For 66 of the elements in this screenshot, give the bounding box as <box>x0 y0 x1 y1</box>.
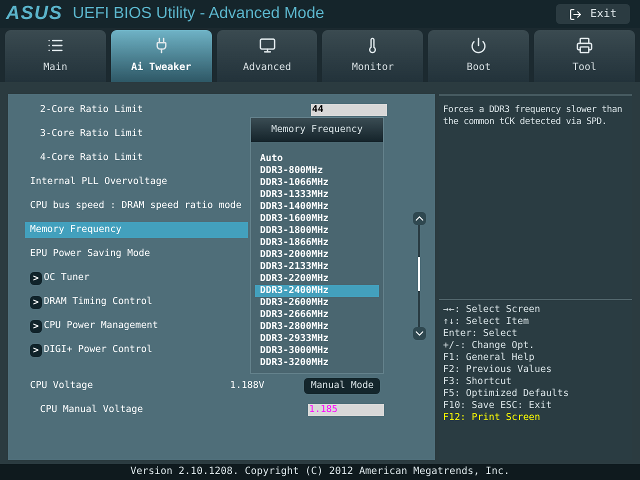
setting-label: CPU Voltage <box>30 378 94 393</box>
option-item[interactable]: DDR3-2133MHz <box>255 261 379 273</box>
option-item[interactable]: DDR3-2800MHz <box>255 321 379 333</box>
setting-row[interactable]: Internal PLL Overvoltage <box>25 174 248 190</box>
option-item[interactable]: DDR3-2200MHz <box>255 273 379 285</box>
logo: ASUS <box>6 2 63 26</box>
setting-row[interactable]: 3-Core Ratio Limit <box>25 126 248 142</box>
key-hint: F5: Optimized Defaults <box>443 388 570 400</box>
setting-row[interactable]: > CPU Power Management <box>25 318 248 334</box>
tab[interactable]: Main <box>5 30 106 82</box>
submenu-arrow: > <box>30 272 42 284</box>
option-item[interactable]: DDR3-2000MHz <box>255 249 379 261</box>
setting-row[interactable]: > OC Tuner <box>25 270 248 286</box>
key-hint: F2: Previous Values <box>443 364 553 376</box>
key-hint: +/-: Change Opt. <box>443 340 536 352</box>
submenu-arrow: > <box>30 296 42 308</box>
tab[interactable]: Tool <box>534 30 635 82</box>
tab[interactable]: Advanced <box>216 30 318 82</box>
option-item[interactable]: DDR3-2600MHz <box>255 297 379 309</box>
exit-button[interactable]: Exit <box>556 4 630 24</box>
key-hint: →←: Select Screen <box>443 304 542 316</box>
setting-row[interactable]: > DIGI+ Power Control <box>25 342 248 358</box>
popup-title: Memory Frequency <box>251 118 383 142</box>
option-item[interactable]: DDR3-1600MHz <box>255 213 379 225</box>
value-field[interactable]: 44 <box>311 104 387 116</box>
setting-row[interactable]: CPU bus speed : DRAM speed ratio mode <box>25 198 248 214</box>
list-icon <box>46 37 64 54</box>
option-item[interactable]: DDR3-2933MHz <box>255 333 379 345</box>
key-hint: F1: General Help <box>443 352 536 364</box>
setting-label: CPU Manual Voltage <box>40 402 144 417</box>
setting-row[interactable]: 4-Core Ratio Limit <box>25 150 248 166</box>
key-hint: F12: Print Screen <box>443 412 542 424</box>
tab[interactable]: Ai Tweaker <box>110 30 212 82</box>
scroll-down-icon[interactable] <box>412 327 426 340</box>
mode-button[interactable]: Manual Mode <box>304 378 380 394</box>
option-item[interactable]: DDR3-1066MHz <box>255 177 379 189</box>
help-text: Forces a DDR3 frequency slower than the common tCK detected via SPD. <box>442 104 624 128</box>
scrollbar[interactable] <box>412 212 426 340</box>
key-hint: F10: Save ESC: Exit <box>443 400 553 412</box>
printer-icon <box>576 37 594 54</box>
tab[interactable]: Boot <box>428 30 530 82</box>
key-hint: F3: Shortcut <box>443 376 513 388</box>
power-icon <box>470 37 488 54</box>
option-item[interactable]: DDR3-2666MHz <box>255 309 379 321</box>
voltage-reading: 1.188V <box>230 378 264 393</box>
exit-icon <box>569 8 582 20</box>
window-title: UEFI BIOS Utility - Advanced Mode <box>72 4 324 24</box>
footer-text: Version 2.10.1208. Copyright (C) 2012 American Megatrends, Inc. <box>0 464 640 480</box>
option-item[interactable]: DDR3-1333MHz <box>255 189 379 201</box>
scroll-up-icon[interactable] <box>412 212 426 225</box>
setting-row[interactable]: 2-Core Ratio Limit <box>25 102 248 118</box>
option-item[interactable]: Auto <box>255 153 379 165</box>
monitor-icon <box>258 37 276 54</box>
key-hint: Enter: Select <box>443 328 518 340</box>
setting-row[interactable]: EPU Power Saving Mode <box>25 246 248 262</box>
option-item[interactable]: DDR3-1866MHz <box>255 237 379 249</box>
option-item[interactable]: DDR3-1800MHz <box>255 225 379 237</box>
option-item[interactable]: DDR3-1400MHz <box>255 201 379 213</box>
submenu-arrow: > <box>30 344 42 356</box>
tab[interactable]: Monitor <box>322 30 424 82</box>
submenu-arrow: > <box>30 320 42 332</box>
option-item[interactable]: DDR3-800MHz <box>255 165 379 177</box>
setting-row[interactable]: > DRAM Timing Control <box>25 294 248 310</box>
option-item[interactable]: DDR3-3000MHz <box>255 345 379 357</box>
key-hint: ↑↓: Select Item <box>443 316 530 328</box>
option-item[interactable]: DDR3-3200MHz <box>255 357 379 369</box>
